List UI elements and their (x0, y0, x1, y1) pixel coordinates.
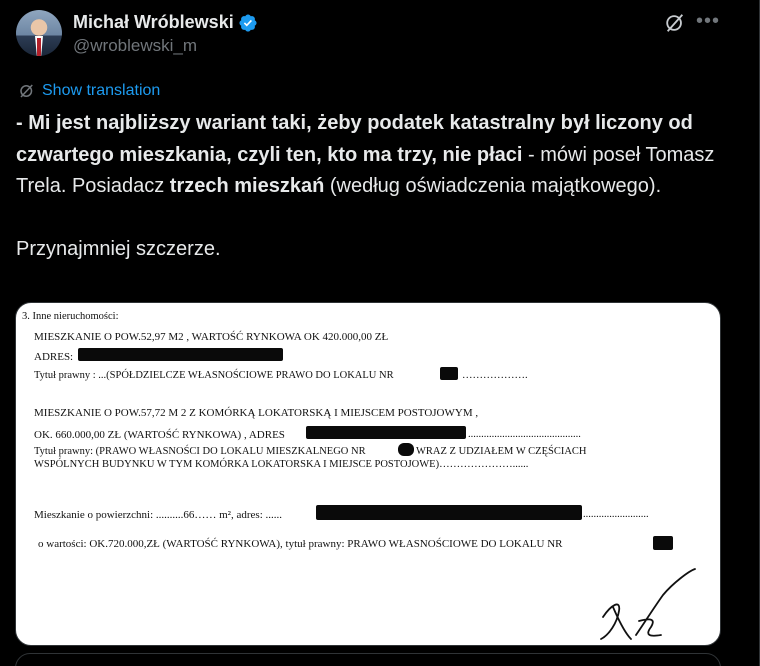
doc-line-4: MIESZKANIE O POW.57,72 M 2 Z KOMÓRKĄ LOK… (34, 407, 479, 419)
tweet-paragraph-1: - Mi jest najbliższy wariant taki, żeby … (16, 108, 736, 203)
doc-line-3: Tytuł prawny : ...(SPÓŁDZIELCZE WŁASNOŚC… (34, 370, 394, 381)
verified-badge-icon (239, 13, 257, 32)
author-name[interactable]: Michał Wróblewski (73, 12, 234, 33)
name-row: Michał Wróblewski (73, 12, 258, 33)
translate-icon (20, 84, 33, 98)
redaction-unit-1 (440, 367, 458, 380)
doc-line-3-dots: ………………. (462, 370, 528, 381)
scanned-document: 3. Inne nieruchomości: MIESZKANIE O POW.… (16, 303, 720, 645)
tweet-header: Michał Wróblewski @wroblewski_m ••• (16, 10, 736, 60)
redaction-address-2 (306, 426, 466, 439)
redaction-address-3 (316, 505, 582, 520)
doc-line-6: Tytuł prawny: (PRAWO WŁASNOŚCI DO LOKALU… (34, 446, 366, 457)
show-translation[interactable]: Show translation (18, 82, 160, 100)
doc-line-8: Mieszkanie o powierzchni: ..........66……… (34, 509, 282, 521)
tweet-paragraph-2: Przynajmniej szczerze. (16, 238, 221, 260)
next-card-edge (15, 653, 721, 666)
tweet-media-image[interactable]: 3. Inne nieruchomości: MIESZKANIE O POW.… (15, 302, 721, 646)
tweet-bold-phrase: trzech mieszkań (169, 175, 325, 197)
doc-line-5: OK. 660.000,00 ZŁ (WARTOŚĆ RYNKOWA) , AD… (34, 429, 285, 441)
redaction-unit-3 (653, 536, 673, 550)
doc-heading: 3. Inne nieruchomości: (22, 311, 119, 322)
redaction-address-1 (78, 348, 283, 361)
tweet-text-segment: (według oświadczenia majątkowego). (324, 175, 662, 197)
doc-line-1: MIESZKANIE O POW.52,97 M2 , WARTOŚĆ RYNK… (34, 331, 389, 343)
doc-line-7: WSPÓLNYCH BUDYNKU W TYM KOMÓRKA LOKATORS… (34, 459, 529, 470)
doc-line-5-dots: ........................................… (468, 429, 581, 440)
doc-line-6-cont: WRAZ Z UDZIAŁEM W CZĘŚCIACH (416, 446, 587, 457)
more-icon[interactable]: ••• (696, 10, 720, 33)
avatar-tie (37, 38, 41, 56)
author-handle[interactable]: @wroblewski_m (73, 36, 197, 56)
doc-line-9: o wartości: OK.720.000,ZŁ (WARTOŚĆ RYNKO… (38, 538, 563, 550)
doc-line-2: ADRES: (34, 351, 74, 363)
tweet-text: - Mi jest najbliższy wariant taki, żeby … (16, 108, 736, 266)
signature-icon (600, 568, 696, 640)
doc-line-8-dots: ......................... (583, 509, 649, 520)
grok-icon[interactable] (664, 12, 686, 34)
show-translation-label[interactable]: Show translation (42, 82, 160, 100)
redaction-unit-2 (398, 443, 414, 456)
avatar[interactable] (16, 10, 62, 56)
